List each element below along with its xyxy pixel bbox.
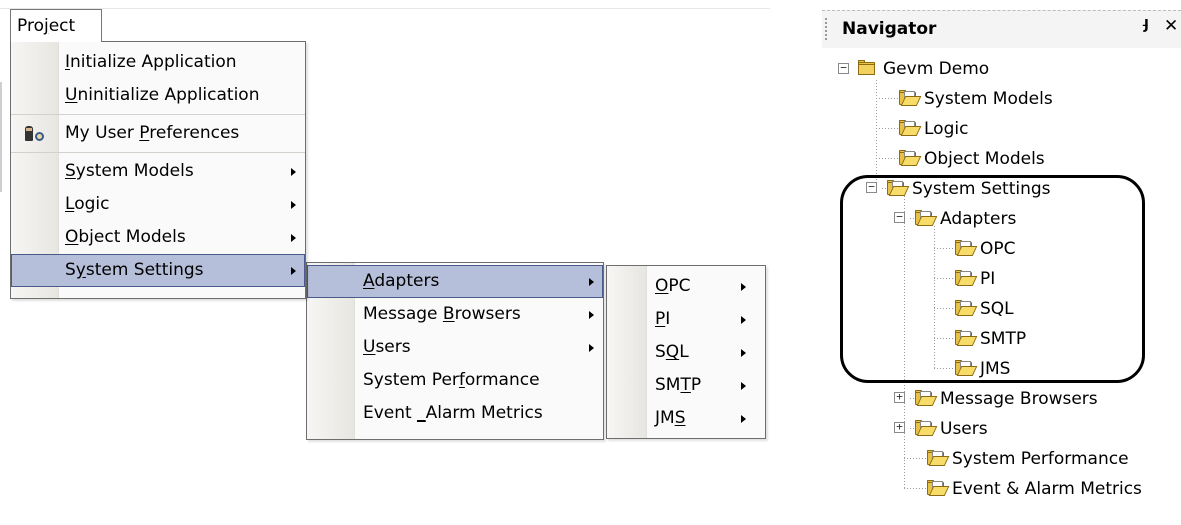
open-folder-icon (914, 390, 938, 407)
navigator-title: Navigator (842, 19, 937, 39)
menu-item-logic[interactable]: Logic (11, 188, 305, 221)
submenu-arrow-icon (291, 168, 296, 176)
expand-users-icon[interactable]: + (894, 421, 905, 433)
menu-item-my-user-preferences[interactable]: My User Preferences (11, 117, 305, 150)
submenu-arrow-icon (291, 267, 296, 275)
menu-item-object-models[interactable]: Object Models (11, 221, 305, 254)
open-folder-icon (898, 150, 922, 167)
collapse-gevm-demo-icon[interactable]: − (838, 62, 849, 74)
menu-item-message-browsers[interactable]: Message Browsers (307, 298, 603, 331)
submenu-arrow-icon (741, 415, 746, 423)
drag-grip-icon[interactable] (825, 18, 827, 42)
project-menu-label: Project (17, 16, 76, 36)
menu-item-uninitialize-application[interactable]: Uninitialize Application (11, 79, 305, 112)
adapters-submenu: OPC PI SQL SMTP JMS (606, 265, 766, 439)
submenu-arrow-icon (741, 316, 746, 324)
menu-item-pi[interactable]: PI (607, 303, 765, 336)
submenu-arrow-icon (589, 344, 594, 352)
menu-item-adapters[interactable]: Adapters (307, 265, 603, 298)
menu-item-smtp[interactable]: SMTP (607, 369, 765, 402)
submenu-arrow-icon (589, 278, 594, 286)
menu-item-event-alarm-metrics[interactable]: Event _Alarm Metrics (307, 397, 603, 430)
navigator-header: Navigator J̵ ✕ (822, 10, 1181, 48)
system-settings-submenu: Adapters Message Browsers Users System P… (306, 262, 604, 440)
open-folder-icon (926, 480, 950, 497)
folder-icon (857, 60, 879, 77)
menu-item-jms[interactable]: JMS (607, 402, 765, 435)
submenu-arrow-icon (291, 201, 296, 209)
annotation-highlight-box (840, 175, 1145, 383)
submenu-arrow-icon (291, 234, 296, 242)
open-folder-icon (914, 420, 938, 437)
expand-message-browsers-icon[interactable]: + (894, 391, 905, 403)
submenu-arrow-icon (589, 311, 594, 319)
open-folder-icon (926, 450, 950, 467)
project-menu: Initialize Application Uninitialize Appl… (10, 41, 306, 299)
open-folder-icon (898, 120, 922, 137)
submenu-arrow-icon (741, 349, 746, 357)
window-edge (0, 82, 2, 192)
menu-item-users[interactable]: Users (307, 331, 603, 364)
menu-separator (11, 152, 305, 153)
menu-item-system-settings[interactable]: System Settings (11, 254, 305, 287)
user-preferences-icon (24, 126, 46, 142)
project-menu-button[interactable]: Project (10, 9, 102, 42)
submenu-arrow-icon (741, 283, 746, 291)
menu-separator (11, 114, 305, 115)
menubar (0, 8, 770, 9)
open-folder-icon (898, 90, 922, 107)
menu-item-system-performance[interactable]: System Performance (307, 364, 603, 397)
menu-item-opc[interactable]: OPC (607, 270, 765, 303)
menu-item-sql[interactable]: SQL (607, 336, 765, 369)
menu-item-initialize-application[interactable]: Initialize Application (11, 46, 305, 79)
pin-icon[interactable]: J̵ (1144, 18, 1149, 33)
close-icon[interactable]: ✕ (1164, 16, 1178, 36)
submenu-arrow-icon (741, 382, 746, 390)
menu-item-system-models[interactable]: System Models (11, 155, 305, 188)
